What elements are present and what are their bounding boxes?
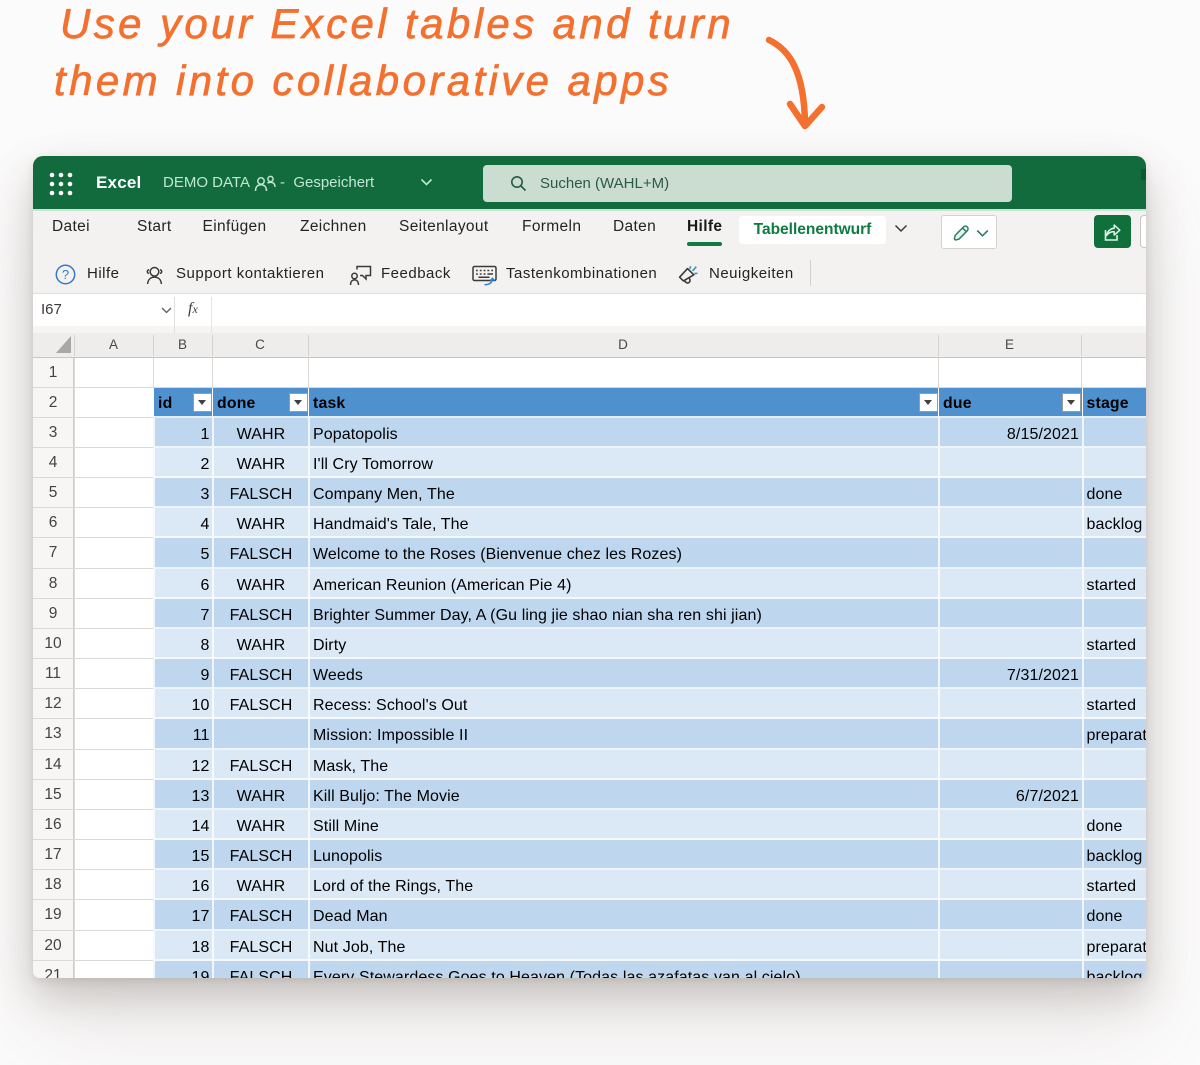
svg-text:?: ? — [62, 267, 69, 282]
